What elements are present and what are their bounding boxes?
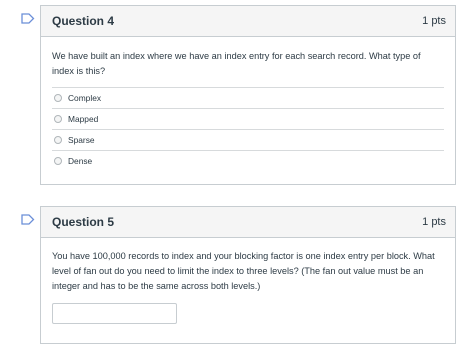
question-text: We have built an index where we have an …: [52, 51, 421, 76]
answer-option-sparse[interactable]: Sparse: [52, 129, 444, 150]
flag-question-icon[interactable]: [21, 214, 35, 225]
answer-input[interactable]: [52, 303, 177, 324]
answer-label: Complex: [68, 93, 102, 103]
answer-label: Dense: [68, 156, 93, 166]
question-text: You have 100,000 records to index and yo…: [52, 251, 435, 291]
question-points: 1 pts: [422, 15, 446, 27]
flag-question-icon[interactable]: [21, 13, 35, 24]
radio-button[interactable]: [54, 94, 62, 102]
answer-option-complex[interactable]: Complex: [52, 87, 444, 108]
answer-label: Mapped: [68, 114, 99, 124]
answer-option-dense[interactable]: Dense: [52, 150, 444, 171]
radio-button[interactable]: [54, 115, 62, 123]
radio-button[interactable]: [54, 136, 62, 144]
answer-list: Complex Mapped Sparse Dense: [52, 87, 444, 171]
question-points: 1 pts: [422, 216, 446, 228]
question-title: Question 4: [52, 14, 115, 28]
answer-option-mapped[interactable]: Mapped: [52, 108, 444, 129]
question-4-card: Question 4 1 pts We have built an index …: [40, 5, 456, 185]
question-header: Question 5 1 pts: [41, 207, 455, 238]
answer-label: Sparse: [68, 135, 95, 145]
question-header: Question 4 1 pts: [41, 6, 455, 37]
question-5-card: Question 5 1 pts You have 100,000 record…: [40, 206, 456, 344]
radio-button[interactable]: [54, 157, 62, 165]
question-title: Question 5: [52, 215, 115, 229]
